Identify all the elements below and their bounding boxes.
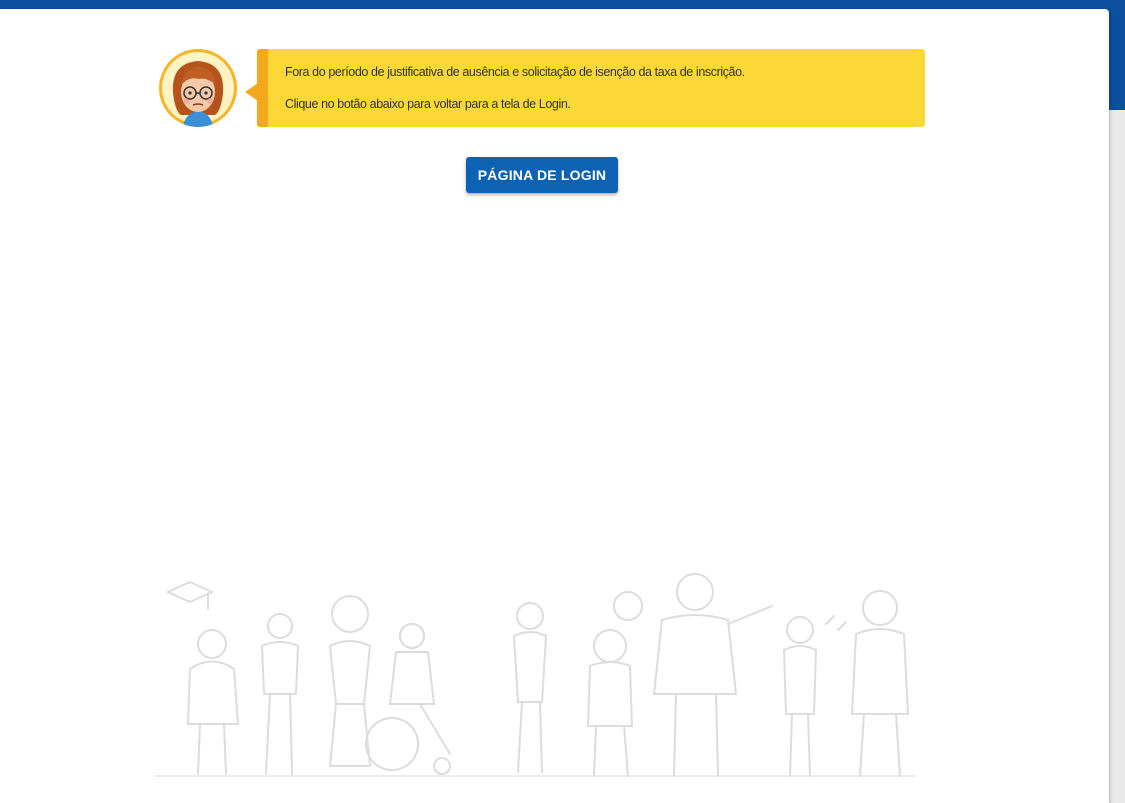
content-card: Fora do período de justificativa de ausê… [0, 9, 1109, 803]
login-page-button[interactable]: PÁGINA DE LOGIN [466, 157, 618, 193]
alert-text-instruction: Clique no botão abaixo para voltar para … [285, 97, 571, 111]
alert-message: Fora do período de justificativa de ausê… [257, 49, 925, 127]
alert-text-period: Fora do período de justificativa de ausê… [285, 65, 745, 79]
people-illustration [154, 573, 916, 777]
assistant-avatar-icon [159, 49, 237, 127]
